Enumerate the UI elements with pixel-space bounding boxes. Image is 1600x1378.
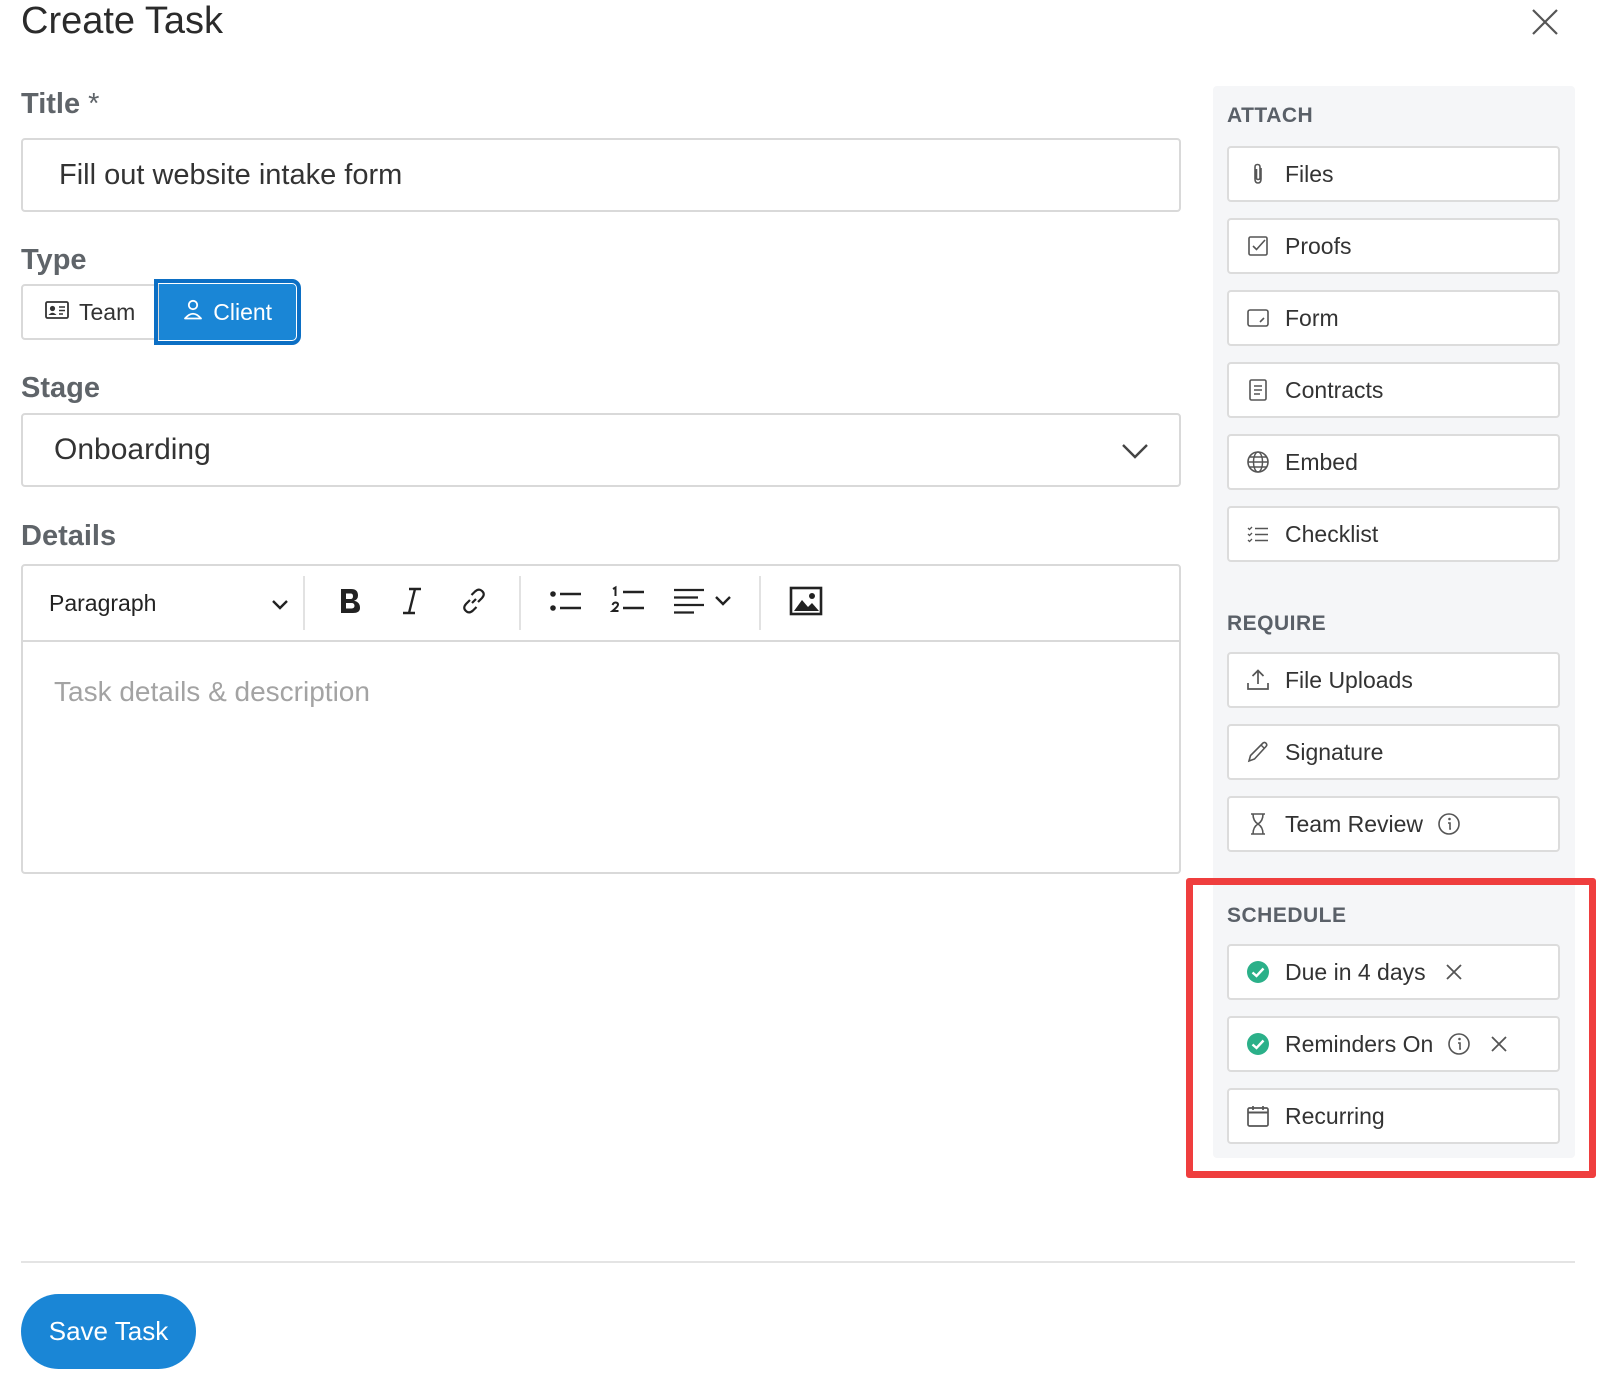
hourglass-icon [1245,811,1271,837]
schedule-due-button[interactable]: Due in 4 days [1227,944,1560,1000]
remove-reminders-icon[interactable] [1489,1034,1509,1054]
schedule-due-label: Due in 4 days [1285,958,1426,985]
paperclip-icon [1245,161,1271,187]
block-format-select[interactable]: Paragraph [49,590,289,617]
attach-embed-label: Embed [1285,448,1358,475]
id-card-icon [45,299,69,326]
link-icon [459,586,489,621]
details-placeholder: Task details & description [54,676,370,707]
require-signature-button[interactable]: Signature [1227,724,1560,780]
check-circle-icon [1245,959,1271,985]
info-icon[interactable] [1437,812,1461,836]
info-icon[interactable] [1447,1032,1471,1056]
attach-files-button[interactable]: Files [1227,146,1560,202]
toolbar-divider [519,576,521,630]
toolbar-divider [759,576,761,630]
schedule-recurring-button[interactable]: Recurring [1227,1088,1560,1144]
require-heading: REQUIRE [1227,612,1327,635]
schedule-recurring-label: Recurring [1285,1102,1385,1129]
require-team-review-label: Team Review [1285,810,1424,837]
toolbar-divider [303,576,305,630]
bold-button[interactable] [325,578,375,628]
attach-checklist-button[interactable]: Checklist [1227,506,1560,562]
link-button[interactable] [449,578,499,628]
attach-proofs-button[interactable]: Proofs [1227,218,1560,274]
block-format-value: Paragraph [49,589,157,616]
required-mark: * [88,88,100,120]
attach-contracts-label: Contracts [1285,376,1384,403]
details-textarea[interactable]: Task details & description [23,642,1179,742]
footer-divider [21,1261,1575,1263]
check-square-icon [1245,233,1271,259]
insert-image-button[interactable] [781,578,831,628]
chevron-down-icon [714,594,732,612]
attach-files-label: Files [1285,160,1334,187]
type-team-label: Team [79,298,136,325]
attach-checklist-label: Checklist [1285,520,1379,547]
checklist-icon [1245,521,1271,547]
type-team-button[interactable]: Team [21,284,160,340]
italic-button[interactable] [387,578,437,628]
remove-due-icon[interactable] [1444,962,1464,982]
title-label: Title * [21,88,99,121]
person-icon [183,298,203,326]
image-icon [789,586,823,621]
save-task-button[interactable]: Save Task [21,1294,196,1369]
bullet-list-icon [549,587,583,620]
numbered-list-icon [609,585,646,622]
chevron-down-icon [1121,433,1149,467]
attach-form-button[interactable]: Form [1227,290,1560,346]
modal-title: Create Task [21,0,224,42]
close-icon[interactable] [1529,6,1561,38]
rich-text-editor: Paragraph Task details & description [21,564,1181,874]
attach-embed-button[interactable]: Embed [1227,434,1560,490]
italic-icon [400,586,424,621]
pen-icon [1245,739,1271,765]
require-signature-label: Signature [1285,738,1384,765]
schedule-heading: SCHEDULE [1227,904,1347,927]
require-team-review-button[interactable]: Team Review [1227,796,1560,852]
schedule-reminders-button[interactable]: Reminders On [1227,1016,1560,1072]
type-client-label: Client [213,298,273,325]
bold-icon [337,586,363,621]
upload-icon [1245,667,1271,693]
require-file-uploads-button[interactable]: File Uploads [1227,652,1560,708]
globe-icon [1245,449,1271,475]
attach-contracts-button[interactable]: Contracts [1227,362,1560,418]
attach-heading: ATTACH [1227,104,1314,127]
chevron-down-icon [271,590,289,617]
schedule-reminders-label: Reminders On [1285,1030,1434,1057]
align-left-icon [672,587,706,620]
stage-label: Stage [21,372,100,404]
numbered-list-button[interactable] [603,578,653,628]
bullet-list-button[interactable] [541,578,591,628]
type-client-button[interactable]: Client [154,279,302,345]
details-label: Details [21,520,117,552]
title-label-text: Title [21,88,81,120]
stage-select[interactable]: Onboarding [21,413,1181,487]
stage-value: Onboarding [54,433,211,466]
type-toggle: Team Client [21,279,302,345]
form-icon [1245,305,1271,331]
document-icon [1245,377,1271,403]
check-circle-icon [1245,1031,1271,1057]
type-label: Type [21,244,87,276]
attach-proofs-label: Proofs [1285,232,1352,259]
calendar-icon [1245,1103,1271,1129]
align-dropdown-button[interactable] [665,578,739,628]
title-input[interactable] [21,138,1181,212]
attach-form-label: Form [1285,304,1339,331]
require-file-uploads-label: File Uploads [1285,666,1413,693]
editor-toolbar: Paragraph [23,566,1179,642]
